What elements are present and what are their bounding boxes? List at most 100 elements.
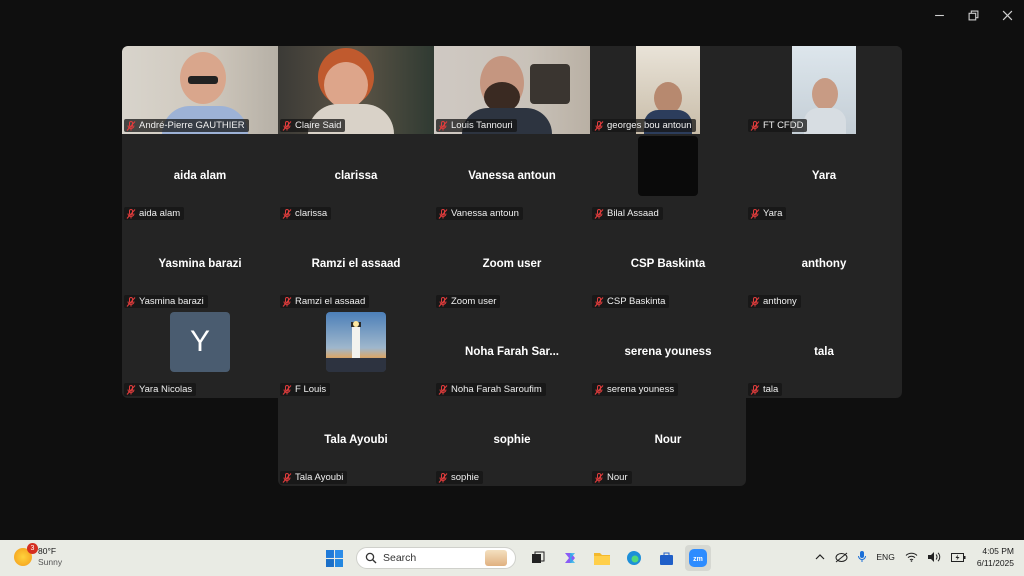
avatar: Y <box>170 312 230 372</box>
zoom-app-button[interactable]: zm <box>685 545 711 571</box>
participant-name-label: Bilal Assaad <box>592 207 663 220</box>
participant-name: Vanessa antoun <box>451 208 519 219</box>
clock-date: 6/11/2025 <box>976 558 1014 568</box>
participant-name: Noha Farah Saroufim <box>451 384 542 395</box>
participant-tile[interactable]: Vanessa antoun Vanessa antoun <box>434 134 590 222</box>
participant-tile[interactable]: Yara Yara <box>746 134 902 222</box>
file-explorer-button[interactable] <box>589 545 615 571</box>
participant-tile[interactable]: Yasmina barazi Yasmina barazi <box>122 222 278 310</box>
window-controls <box>922 0 1024 30</box>
participant-name: Nour <box>607 472 628 483</box>
participant-tile[interactable]: Noha Farah Sar... Noha Farah Saroufim <box>434 310 590 398</box>
show-hidden-icons-button[interactable] <box>815 553 825 561</box>
muted-mic-icon <box>750 296 760 307</box>
participant-tile[interactable]: Ramzi el assaad Ramzi el assaad <box>278 222 434 310</box>
participant-tile[interactable]: Tala Ayoubi Tala Ayoubi <box>278 398 434 486</box>
participant-tile[interactable]: Louis Tannouri <box>434 46 590 134</box>
taskbar-search-box[interactable]: Search <box>356 547 516 569</box>
gallery-row: Yasmina barazi Yasmina barazi Ramzi el ass… <box>122 222 902 310</box>
muted-mic-icon <box>282 208 292 219</box>
windows-taskbar: 3 80°F Sunny Search zm ENG 4:05 PM 6/11/… <box>0 540 1024 576</box>
participant-name-label: serena youness <box>592 383 679 396</box>
participant-name-label: André-Pierre GAUTHIER <box>124 119 249 132</box>
muted-mic-icon <box>282 120 292 131</box>
minimize-button[interactable] <box>922 0 956 30</box>
participant-name: aida alam <box>139 208 181 219</box>
minimize-icon <box>934 14 944 16</box>
participant-display-name: Tala Ayoubi <box>324 434 388 446</box>
muted-mic-icon <box>594 208 604 219</box>
participant-name-label: Yara Nicolas <box>124 383 197 396</box>
participant-name: Zoom user <box>451 296 497 307</box>
input-language[interactable]: ENG <box>876 552 894 562</box>
participant-name: clarissa <box>295 208 328 219</box>
participant-display-name: serena youness <box>624 346 712 358</box>
network-tray[interactable] <box>905 552 918 562</box>
participant-tile[interactable]: André-Pierre GAUTHIER <box>122 46 278 134</box>
participant-name-label: Yara <box>748 207 787 220</box>
windows-logo-icon <box>325 549 343 567</box>
gallery-view: André-Pierre GAUTHIER Claire Said Louis Ta… <box>122 46 902 486</box>
store-button[interactable] <box>653 545 679 571</box>
task-view-button[interactable] <box>525 545 551 571</box>
participant-tile[interactable]: F Louis <box>278 310 434 398</box>
restore-button[interactable] <box>956 0 990 30</box>
participant-name: Yara <box>763 208 783 219</box>
weather-condition: Sunny <box>38 557 63 567</box>
participant-name-label: anthony <box>748 295 801 308</box>
muted-mic-icon <box>126 384 136 395</box>
participant-name: André-Pierre GAUTHIER <box>139 120 245 131</box>
volume-tray[interactable] <box>927 552 941 562</box>
chevron-up-icon <box>815 554 825 560</box>
participant-name-label: clarissa <box>280 207 332 220</box>
microphone-tray[interactable] <box>858 551 867 563</box>
participant-tile[interactable]: FT CFDD <box>746 46 902 134</box>
muted-mic-icon <box>594 384 604 395</box>
cat-highlight-icon <box>485 550 507 566</box>
battery-tray[interactable] <box>950 552 966 562</box>
weather-widget[interactable]: 3 80°F Sunny <box>14 543 63 568</box>
participant-tile[interactable]: Claire Said <box>278 46 434 134</box>
participant-tile[interactable]: georges bou antoun <box>590 46 746 134</box>
participant-name-label: CSP Baskinta <box>592 295 670 308</box>
participant-name: tala <box>763 384 779 395</box>
participant-name: anthony <box>763 296 797 307</box>
muted-mic-icon <box>282 472 292 483</box>
participant-tile[interactable]: serena youness serena youness <box>590 310 746 398</box>
participant-tile[interactable]: tala tala <box>746 310 902 398</box>
weather-temp: 80°F <box>38 546 57 556</box>
participant-tile[interactable]: CSP Baskinta CSP Baskinta <box>590 222 746 310</box>
participant-name-label: Zoom user <box>436 295 501 308</box>
muted-mic-icon <box>750 208 760 219</box>
muted-mic-icon <box>594 120 604 131</box>
participant-name: F Louis <box>295 384 327 395</box>
participant-tile[interactable]: Nour Nour <box>590 398 746 486</box>
edge-button[interactable] <box>621 545 647 571</box>
participant-tile[interactable]: sophie sophie <box>434 398 590 486</box>
zoom-icon: zm <box>689 549 707 567</box>
participant-name: FT CFDD <box>763 120 804 131</box>
participant-tile[interactable]: Zoom user Zoom user <box>434 222 590 310</box>
participant-tile[interactable]: Y Yara Nicolas <box>122 310 278 398</box>
camera-off-tray[interactable] <box>835 552 848 563</box>
participant-display-name: anthony <box>801 258 847 270</box>
start-button[interactable] <box>321 545 347 571</box>
taskbar-clock[interactable]: 4:05 PM 6/11/2025 <box>977 545 1014 569</box>
folder-icon <box>594 553 610 565</box>
muted-mic-icon <box>594 472 604 483</box>
copilot-button[interactable] <box>557 545 583 571</box>
muted-mic-icon <box>438 384 448 395</box>
close-button[interactable] <box>990 0 1024 30</box>
participant-name-label: Louis Tannouri <box>436 119 517 132</box>
participant-tile[interactable]: anthony anthony <box>746 222 902 310</box>
participant-tile[interactable]: Bilal Assaad <box>590 134 746 222</box>
participant-name: serena youness <box>607 384 675 395</box>
muted-mic-icon <box>126 120 136 131</box>
participant-name-label: Ramzi el assaad <box>280 295 370 308</box>
copilot-icon <box>565 553 575 563</box>
participant-tile[interactable]: clarissa clarissa <box>278 134 434 222</box>
participant-tile[interactable]: aida alam aida alam <box>122 134 278 222</box>
muted-mic-icon <box>282 296 292 307</box>
task-view-icon <box>532 551 545 563</box>
muted-mic-icon <box>750 384 760 395</box>
